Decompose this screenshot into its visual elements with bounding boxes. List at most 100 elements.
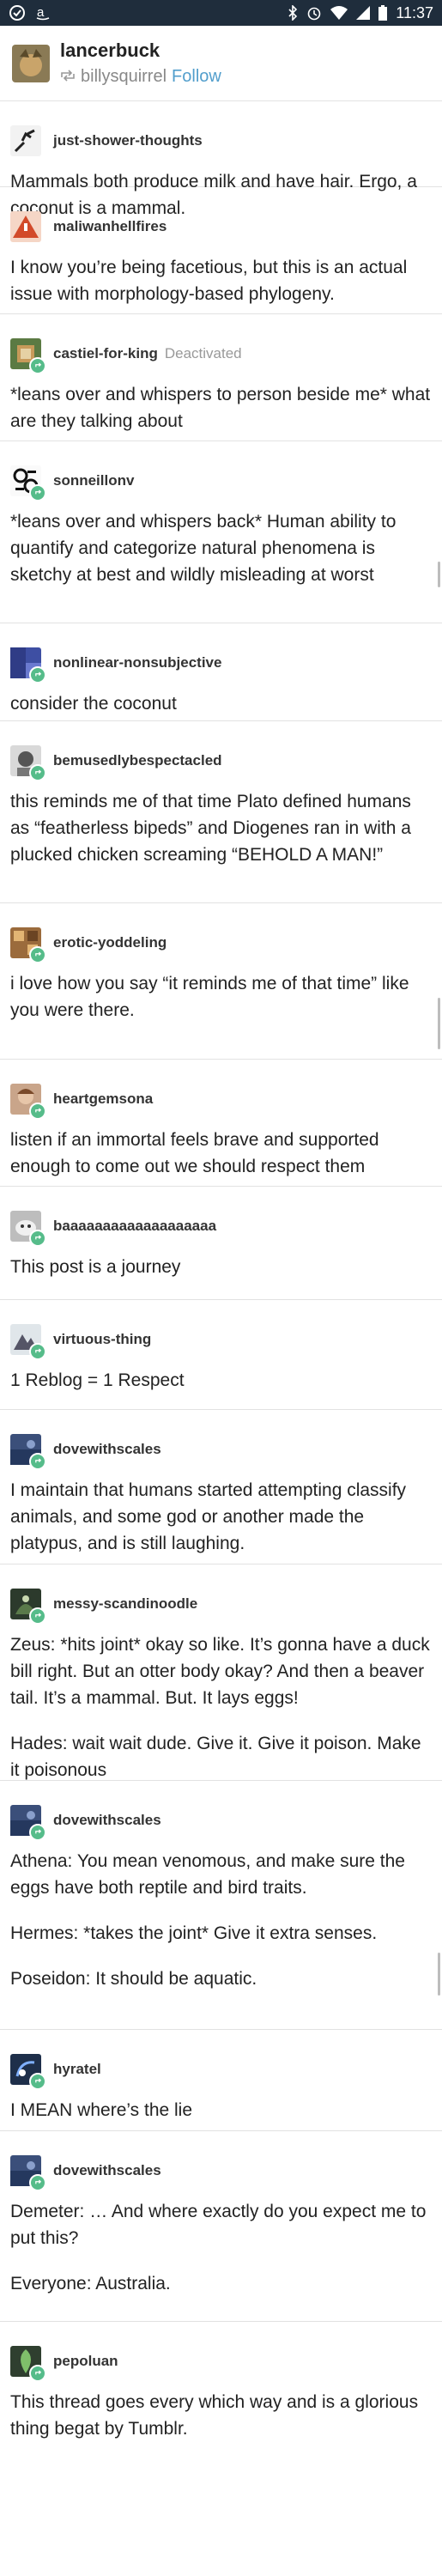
signal-icon [356, 6, 371, 20]
post-text: Hermes: *takes the joint* Give it extra … [10, 1923, 378, 1943]
thread-post: messy-scandinoodle Zeus: *hits joint* ok… [0, 1564, 442, 1781]
reblog-badge-icon [29, 1230, 46, 1247]
avatar[interactable] [10, 1589, 46, 1625]
post-username[interactable]: just-shower-thoughts [53, 132, 203, 149]
reblog-badge-icon [29, 764, 46, 781]
post-text: Zeus: *hits joint* okay so like. It’s go… [10, 1635, 430, 1708]
post-text: this reminds me of that time Plato defin… [10, 792, 411, 865]
thread-post: virtuous-thing 1 Reblog = 1 Respect [0, 1300, 442, 1410]
reblog-badge-icon [29, 1343, 46, 1360]
reblog-badge-icon [29, 1607, 46, 1625]
status-bar: a 11:37 [0, 0, 442, 26]
post-text: listen if an immortal feels brave and su… [10, 1130, 379, 1176]
thread-post: maliwanhellfires I know you’re being fac… [0, 187, 442, 314]
post-text: Demeter: … And where exactly do you expe… [10, 2202, 427, 2248]
avatar[interactable] [10, 465, 46, 501]
reblog-badge-icon [29, 666, 46, 683]
post-username[interactable]: castiel-for-king [53, 345, 158, 362]
post-username[interactable]: heartgemsona [53, 1091, 153, 1108]
post-username[interactable]: baaaaaaaaaaaaaaaaaaa [53, 1218, 216, 1235]
post-username[interactable]: maliwanhellfires [53, 218, 167, 235]
avatar[interactable] [10, 647, 46, 683]
avatar[interactable] [10, 1434, 46, 1470]
avatar[interactable] [10, 2054, 46, 2090]
post-text: Athena: You mean venomous, and make sure… [10, 1851, 405, 1898]
thread-post: dovewithscales Athena: You mean venomous… [0, 1781, 442, 2030]
avatar[interactable] [10, 125, 41, 156]
follow-button[interactable]: Follow [172, 67, 221, 87]
post-username[interactable]: dovewithscales [53, 2162, 161, 2179]
battery-icon [378, 5, 388, 21]
bluetooth-icon [288, 5, 298, 21]
thread-post: just-shower-thoughts Mammals both produc… [0, 101, 442, 218]
thread-post: hyratel I MEAN where’s the lie [0, 2030, 442, 2131]
thread-post: erotic-yoddeling i love how you say “it … [0, 903, 442, 1060]
alarm-icon [306, 5, 322, 21]
post-text: I know you’re being facetious, but this … [10, 258, 408, 304]
post-text: Hades: wait wait dude. Give it. Give it … [10, 1734, 421, 1780]
reblog-badge-icon [29, 2073, 46, 2090]
reblog-badge-icon [29, 1103, 46, 1120]
scrollbar-thumb[interactable] [438, 998, 440, 1049]
post-text: Everyone: Australia. [10, 2274, 171, 2293]
thread-post: pepoluan This thread goes every which wa… [0, 2322, 442, 2464]
reblog-badge-icon [29, 1453, 46, 1470]
reblog-icon [60, 67, 76, 87]
thread-post: dovewithscales Demeter: … And where exac… [0, 2131, 442, 2322]
avatar[interactable] [10, 2155, 46, 2191]
status-time: 11:37 [396, 3, 433, 21]
post-text: Poseidon: It should be aquatic. [10, 1969, 257, 1989]
thread-post: dovewithscales I maintain that humans st… [0, 1410, 442, 1564]
wifi-icon [330, 6, 348, 20]
header-username[interactable]: lancerbuck [60, 39, 221, 62]
avatar[interactable] [10, 927, 46, 963]
scrollbar-thumb[interactable] [438, 1953, 440, 1996]
post-username[interactable]: nonlinear-nonsubjective [53, 654, 221, 671]
avatar[interactable] [10, 1324, 46, 1360]
post-username[interactable]: sonneillonv [53, 472, 134, 489]
post-username[interactable]: erotic-yoddeling [53, 934, 167, 951]
scrollbar-thumb[interactable] [438, 562, 440, 587]
post-text: *leans over and whispers back* Human abi… [10, 512, 397, 585]
post-text: This thread goes every which way and is … [10, 2392, 419, 2439]
reblog-badge-icon [29, 2365, 46, 2382]
thread-post: castiel-for-king Deactivated *leans over… [0, 314, 442, 441]
post-text: 1 Reblog = 1 Respect [10, 1370, 185, 1390]
post-username[interactable]: bemusedlybespectacled [53, 752, 222, 769]
reblog-badge-icon [29, 1824, 46, 1841]
post-username[interactable]: dovewithscales [53, 1441, 161, 1458]
post-text: consider the coconut [10, 694, 177, 714]
avatar[interactable] [10, 745, 46, 781]
avatar[interactable] [10, 1805, 46, 1841]
post-username[interactable]: virtuous-thing [53, 1331, 151, 1348]
reblog-badge-icon [29, 357, 46, 374]
post-header: lancerbuck billysquirrel Follow [0, 26, 442, 101]
post-username[interactable]: hyratel [53, 2061, 101, 2078]
post-text: This post is a journey [10, 1257, 181, 1277]
avatar[interactable] [10, 2346, 46, 2382]
avatar[interactable] [12, 44, 50, 82]
amazon-icon: a [34, 4, 51, 21]
post-username[interactable]: messy-scandinoodle [53, 1595, 197, 1613]
deactivated-label: Deactivated [164, 345, 242, 361]
post-username[interactable]: pepoluan [53, 2353, 118, 2370]
thread-post: sonneillonv *leans over and whispers bac… [0, 441, 442, 623]
reblog-badge-icon [29, 484, 46, 501]
avatar[interactable] [10, 338, 46, 374]
thread-post: baaaaaaaaaaaaaaaaaaa This post is a jour… [0, 1187, 442, 1300]
check-circle-icon [9, 4, 26, 21]
reblog-line: billysquirrel Follow [60, 67, 221, 87]
avatar[interactable] [10, 211, 41, 242]
svg-text:a: a [37, 5, 45, 20]
thread-post: bemusedlybespectacled this reminds me of… [0, 721, 442, 903]
post-text: *leans over and whispers to person besid… [10, 385, 431, 431]
thread-post: nonlinear-nonsubjective consider the coc… [0, 623, 442, 721]
reblog-badge-icon [29, 946, 46, 963]
avatar[interactable] [10, 1211, 46, 1247]
post-username[interactable]: dovewithscales [53, 1812, 161, 1829]
avatar[interactable] [10, 1084, 46, 1120]
post-text: i love how you say “it reminds me of tha… [10, 974, 409, 1020]
reblogged-from[interactable]: billysquirrel [81, 67, 167, 87]
reblog-badge-icon [29, 2174, 46, 2191]
thread-post: heartgemsona listen if an immortal feels… [0, 1060, 442, 1187]
